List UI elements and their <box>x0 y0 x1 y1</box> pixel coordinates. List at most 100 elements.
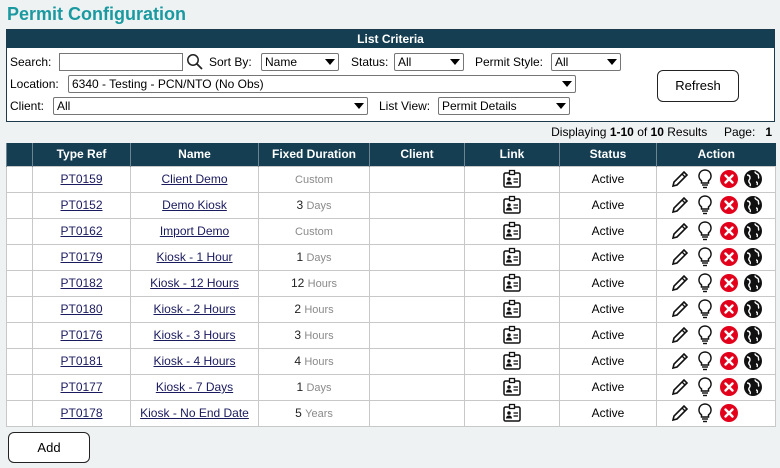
permit-name-link[interactable]: Import Demo <box>160 224 229 238</box>
lightbulb-icon[interactable] <box>695 246 715 268</box>
fixed-duration-cell: 3 Hours <box>258 321 370 349</box>
row-select-cell[interactable] <box>6 217 33 245</box>
globe-icon[interactable] <box>743 247 763 267</box>
permit-name-link[interactable]: Kiosk - 4 Hours <box>153 354 235 368</box>
pencil-icon[interactable] <box>669 350 691 372</box>
permit-name-link[interactable]: Kiosk - 12 Hours <box>150 276 239 290</box>
list-view-select[interactable]: Permit Details <box>438 97 570 115</box>
row-select-cell[interactable] <box>6 191 33 219</box>
col-type-ref[interactable]: Type Ref <box>32 143 131 166</box>
id-badge-icon[interactable] <box>501 350 523 372</box>
lightbulb-icon[interactable] <box>695 402 715 424</box>
lightbulb-icon[interactable] <box>695 272 715 294</box>
type-ref-link[interactable]: PT0179 <box>60 250 102 264</box>
id-badge-icon[interactable] <box>501 376 523 398</box>
delete-x-icon[interactable] <box>719 403 739 423</box>
lightbulb-icon[interactable] <box>695 324 715 346</box>
pencil-icon[interactable] <box>669 272 691 294</box>
id-badge-icon[interactable] <box>501 298 523 320</box>
globe-icon[interactable] <box>743 377 763 397</box>
permit-name-link[interactable]: Demo Kiosk <box>162 198 227 212</box>
pencil-icon[interactable] <box>669 246 691 268</box>
type-ref-link[interactable]: PT0152 <box>60 198 102 212</box>
globe-icon[interactable] <box>743 325 763 345</box>
pencil-icon[interactable] <box>669 324 691 346</box>
lightbulb-icon[interactable] <box>695 220 715 242</box>
globe-icon[interactable] <box>743 169 763 189</box>
pencil-icon[interactable] <box>669 220 691 242</box>
globe-icon[interactable] <box>743 221 763 241</box>
permit-name-link[interactable]: Kiosk - No End Date <box>140 406 249 420</box>
duration-value: 3 <box>296 198 304 212</box>
refresh-button[interactable]: Refresh <box>657 70 739 102</box>
location-select[interactable]: 6340 - Testing - PCN/NTO (No Obs) <box>68 75 576 93</box>
id-badge-icon[interactable] <box>501 168 523 190</box>
pencil-icon[interactable] <box>669 298 691 320</box>
type-ref-link[interactable]: PT0178 <box>60 406 102 420</box>
delete-x-icon[interactable] <box>719 299 739 319</box>
pencil-icon[interactable] <box>669 194 691 216</box>
list-criteria-header: List Criteria <box>7 30 774 48</box>
col-fixed-duration[interactable]: Fixed Duration <box>258 143 370 166</box>
globe-icon[interactable] <box>743 195 763 215</box>
id-badge-icon[interactable] <box>501 194 523 216</box>
delete-x-icon[interactable] <box>719 325 739 345</box>
delete-x-icon[interactable] <box>719 351 739 371</box>
type-ref-link[interactable]: PT0182 <box>60 276 102 290</box>
row-select-cell[interactable] <box>6 347 33 375</box>
status-cell: Active <box>559 399 657 427</box>
globe-icon[interactable] <box>743 273 763 293</box>
col-client[interactable]: Client <box>369 143 465 166</box>
delete-x-icon[interactable] <box>719 169 739 189</box>
id-badge-icon[interactable] <box>501 246 523 268</box>
id-badge-icon[interactable] <box>501 324 523 346</box>
permit-name-link[interactable]: Kiosk - 2 Hours <box>153 302 235 316</box>
permit-name-link[interactable]: Client Demo <box>161 172 227 186</box>
id-badge-icon[interactable] <box>501 402 523 424</box>
permit-style-select[interactable]: All <box>551 53 621 71</box>
delete-x-icon[interactable] <box>719 195 739 215</box>
type-ref-link[interactable]: PT0177 <box>60 380 102 394</box>
row-select-cell[interactable] <box>6 321 33 349</box>
lightbulb-icon[interactable] <box>695 350 715 372</box>
permit-name-link[interactable]: Kiosk - 7 Days <box>156 380 233 394</box>
delete-x-icon[interactable] <box>719 273 739 293</box>
permit-name-link[interactable]: Kiosk - 1 Hour <box>156 250 232 264</box>
search-input[interactable] <box>59 53 183 71</box>
id-badge-icon[interactable] <box>501 272 523 294</box>
lightbulb-icon[interactable] <box>695 168 715 190</box>
col-name[interactable]: Name <box>130 143 259 166</box>
add-button[interactable]: Add <box>8 432 90 463</box>
lightbulb-icon[interactable] <box>695 298 715 320</box>
row-select-cell[interactable] <box>6 295 33 323</box>
globe-icon[interactable] <box>743 299 763 319</box>
client-select[interactable]: All <box>53 97 368 115</box>
row-select-cell[interactable] <box>6 243 33 271</box>
delete-x-icon[interactable] <box>719 247 739 267</box>
pencil-icon[interactable] <box>669 376 691 398</box>
delete-x-icon[interactable] <box>719 221 739 241</box>
lightbulb-icon[interactable] <box>695 194 715 216</box>
type-ref-link[interactable]: PT0181 <box>60 354 102 368</box>
row-select-cell[interactable] <box>6 399 33 427</box>
id-badge-icon[interactable] <box>501 220 523 242</box>
row-select-cell[interactable] <box>6 373 33 401</box>
row-select-cell[interactable] <box>6 269 33 297</box>
lightbulb-icon[interactable] <box>695 376 715 398</box>
row-actions <box>657 168 775 190</box>
fixed-duration-cell: Custom <box>258 217 370 245</box>
delete-x-icon[interactable] <box>719 377 739 397</box>
type-ref-link[interactable]: PT0162 <box>60 224 102 238</box>
type-ref-link[interactable]: PT0159 <box>60 172 102 186</box>
row-select-cell[interactable] <box>6 165 33 193</box>
col-status[interactable]: Status <box>559 143 657 166</box>
type-ref-link[interactable]: PT0176 <box>60 328 102 342</box>
globe-icon[interactable] <box>743 351 763 371</box>
pencil-icon[interactable] <box>669 168 691 190</box>
type-ref-link[interactable]: PT0180 <box>60 302 102 316</box>
pencil-icon[interactable] <box>669 402 691 424</box>
permit-name-link[interactable]: Kiosk - 3 Hours <box>153 328 235 342</box>
status-select[interactable]: All <box>394 53 464 71</box>
sort-by-select[interactable]: Name <box>261 53 339 71</box>
search-icon[interactable] <box>186 53 204 74</box>
